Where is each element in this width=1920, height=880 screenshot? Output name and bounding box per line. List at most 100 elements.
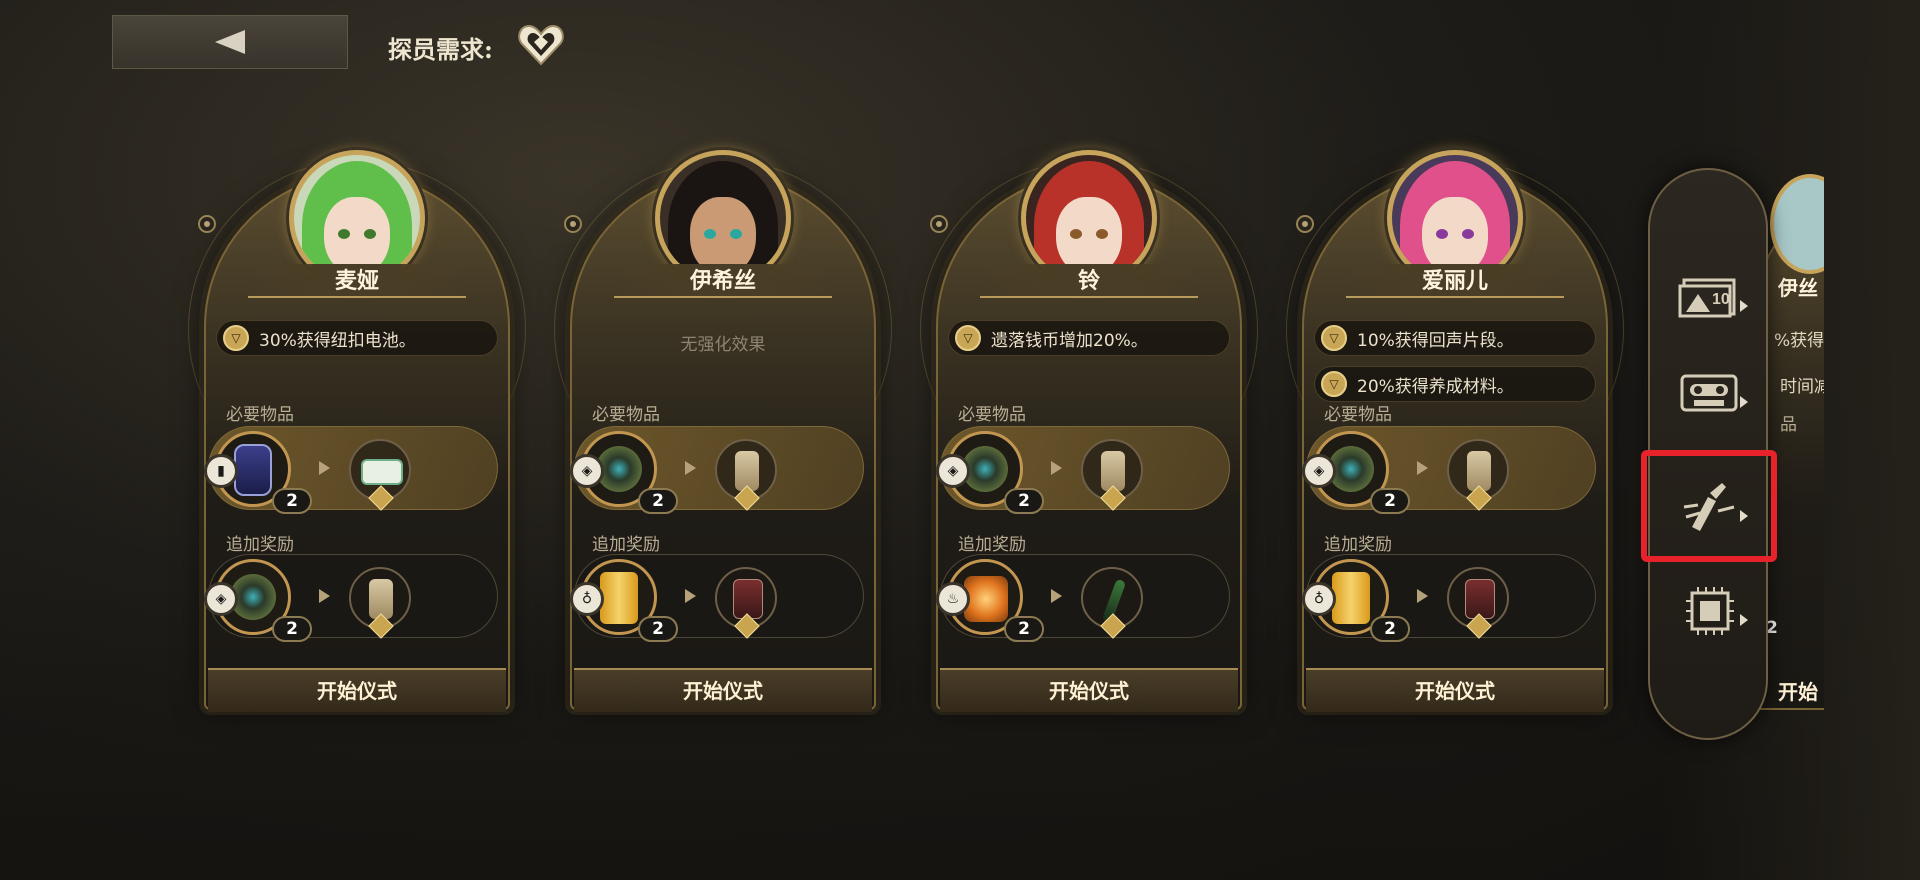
back-arrow-icon [215, 30, 245, 54]
effects-list: 无强化效果 [582, 320, 864, 355]
effect-text: 时间减 [1780, 377, 1824, 397]
reward-slot[interactable] [1447, 567, 1509, 639]
bonus-items-row[interactable]: ◈ 2 [204, 554, 498, 642]
arrow-icon [1417, 461, 1428, 475]
arrow-icon [1417, 589, 1428, 603]
required-item-slot[interactable]: ◈ 2 [1302, 431, 1410, 514]
required-item-slot[interactable]: ▮ 2 [204, 431, 312, 514]
agent-name: 麦娅 [248, 264, 466, 298]
ring-dot [1296, 215, 1314, 233]
shield-icon: ◈ [1302, 454, 1336, 488]
start-ritual-button[interactable]: 开始仪式 [940, 668, 1238, 712]
bonus-item-slot[interactable]: ♁ 2 [570, 559, 678, 642]
arrow-icon [319, 461, 330, 475]
star-icon [368, 485, 394, 511]
reward-slot[interactable] [715, 439, 777, 511]
item-count: 2 [638, 616, 678, 642]
reward-slot[interactable] [349, 439, 411, 511]
no-effect-text: 无强化效果 [680, 335, 766, 355]
caret-icon [1740, 300, 1748, 312]
effect-item: ▽ 遗落钱币增加20%。 [948, 320, 1230, 356]
bonus-rewards-label: 追加奖励 [1324, 535, 1392, 555]
item-count: 2 [272, 488, 312, 514]
side-menu-item[interactable] [1670, 576, 1750, 646]
required-items-row[interactable]: ◈ 2 [1302, 426, 1596, 514]
red-card-icon [733, 579, 763, 619]
svg-text:10: 10 [1712, 291, 1730, 308]
start-ritual-button[interactable]: 开始仪式 [208, 668, 506, 712]
effect-item: ▽ 10%获得回声片段。 [1314, 320, 1596, 356]
effect-icon: ▽ [223, 325, 249, 351]
required-item-slot[interactable]: ◈ 2 [936, 431, 1044, 514]
bonus-rewards-label: 追加奖励 [958, 535, 1026, 555]
start-ritual-button[interactable]: 开始仪式 [574, 668, 872, 712]
bonus-item-slot[interactable]: ◈ 2 [204, 559, 312, 642]
item-count: 2 [638, 488, 678, 514]
effect-icon: ▽ [1321, 325, 1347, 351]
start-ritual-button[interactable]: 开始仪式 [1306, 668, 1604, 712]
agent-card[interactable]: 铃 ▽ 遗落钱币增加20%。 必要物品 ◈ 2 追加奖励 ♨ 2 开始仪式 [920, 140, 1258, 712]
effect-text: 30%获得纽扣电池。 [259, 330, 416, 351]
item-count: 2 [272, 616, 312, 642]
bonus-items-row[interactable]: ♨ 2 [936, 554, 1230, 642]
reward-slot[interactable] [1447, 439, 1509, 511]
requirement-label: 探员需求: [388, 35, 493, 64]
required-items-label: 必要物品 [1324, 405, 1392, 425]
item-count: 2 [1370, 616, 1410, 642]
effects-list: ▽ 10%获得回声片段。 ▽ 20%获得养成材料。 [1314, 320, 1596, 412]
effect-text: 遗落钱币增加20%。 [991, 330, 1148, 351]
ring-dot [198, 215, 216, 233]
reward-slot[interactable] [349, 567, 411, 639]
side-menu-item[interactable] [1670, 358, 1750, 428]
reward-slot[interactable] [715, 567, 777, 639]
bottle-icon: ▮ [204, 454, 238, 488]
bonus-items-row[interactable]: ♁ 2 [1302, 554, 1596, 642]
agent-card[interactable]: 麦娅 ▽ 30%获得纽扣电池。 必要物品 ▮ 2 追加奖励 ◈ 2 开始仪式 [188, 140, 526, 712]
agent-name: 伊丝 [1778, 276, 1818, 300]
blue-vase-icon [234, 444, 272, 496]
effect-text: 10%获得回声片段。 [1357, 330, 1514, 351]
required-items-label: 品 [1780, 415, 1797, 435]
item-count: 2 [1004, 488, 1044, 514]
effects-list: ▽ 30%获得纽扣电池。 [216, 320, 498, 366]
caret-icon [1740, 396, 1748, 408]
ring-dot [564, 215, 582, 233]
yellow-can-icon [600, 572, 638, 624]
required-items-label: 必要物品 [226, 405, 294, 425]
reward-slot[interactable] [1081, 439, 1143, 511]
agent-card[interactable]: 伊希丝 无强化效果 必要物品 ◈ 2 追加奖励 ♁ 2 开始仪式 [554, 140, 892, 712]
cassette-icon [1680, 374, 1738, 412]
shield-icon: ◈ [570, 454, 604, 488]
bonus-rewards-label: 追加奖励 [592, 535, 660, 555]
required-item-slot[interactable]: ◈ 2 [570, 431, 678, 514]
bonus-item-slot[interactable]: ♁ 2 [1302, 559, 1410, 642]
start-ritual-button[interactable]: 开始 [1778, 676, 1818, 705]
agent-name: 爱丽儿 [1346, 264, 1564, 298]
required-items-label: 必要物品 [592, 405, 660, 425]
shield-icon: ◈ [204, 582, 238, 616]
reward-slot[interactable] [1081, 567, 1143, 639]
ten-pack-icon: 10 [1678, 278, 1736, 318]
required-items-row[interactable]: ◈ 2 [936, 426, 1230, 514]
ring-dot [930, 215, 948, 233]
heart-emblem-icon[interactable] [516, 22, 566, 68]
effect-text: %获得 [1774, 331, 1824, 351]
required-items-label: 必要物品 [958, 405, 1026, 425]
arrow-icon [685, 461, 696, 475]
arrow-icon [1051, 589, 1062, 603]
agent-card[interactable]: 爱丽儿 ▽ 10%获得回声片段。 ▽ 20%获得养成材料。 必要物品 ◈ 2 追… [1286, 140, 1624, 712]
arrow-icon [685, 589, 696, 603]
required-items-row[interactable]: ▮ 2 [204, 426, 498, 514]
back-button[interactable] [112, 15, 348, 69]
agent-name: 铃 [980, 264, 1198, 298]
bonus-rewards-label: 追加奖励 [226, 535, 294, 555]
arrow-icon [1051, 461, 1062, 475]
item-count: 2 [1004, 616, 1044, 642]
side-menu-item[interactable]: 10 [1670, 262, 1750, 332]
cup-icon: ♁ [570, 582, 604, 616]
chip-icon [1686, 587, 1734, 635]
bonus-item-slot[interactable]: ♨ 2 [936, 559, 1044, 642]
bonus-items-row[interactable]: ♁ 2 [570, 554, 864, 642]
cup-icon: ♁ [1302, 582, 1336, 616]
required-items-row[interactable]: ◈ 2 [570, 426, 864, 514]
